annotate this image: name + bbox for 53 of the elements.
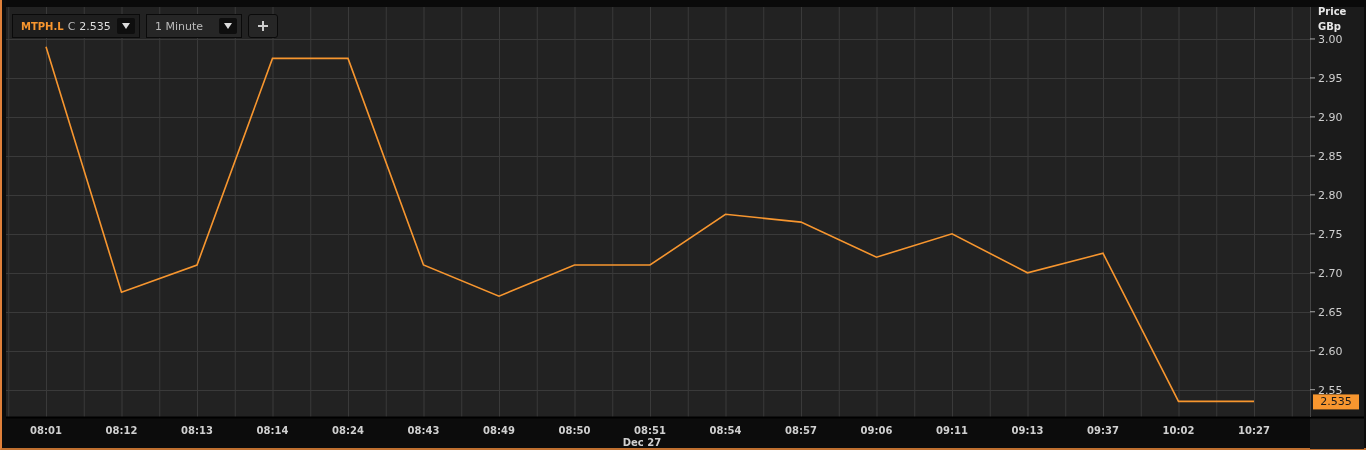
- axis-label: 2.80: [1318, 188, 1343, 202]
- axis-label: 2.75: [1318, 227, 1343, 241]
- y-tick: [1309, 155, 1316, 157]
- caret-icon: [224, 23, 232, 29]
- axis-label: 09:13: [1011, 425, 1044, 436]
- axis-label: 10:02: [1162, 425, 1195, 436]
- axis-label: 10:27: [1238, 425, 1270, 436]
- axis-label: 09:11: [936, 425, 968, 436]
- axis-label: 08:54: [709, 425, 742, 436]
- axis-label: 2.70: [1318, 266, 1343, 280]
- axis-label: 09:37: [1087, 425, 1119, 436]
- y-tick: [1309, 194, 1316, 196]
- y-tick: [1309, 233, 1316, 235]
- symbol-label: MTPH.L: [21, 20, 64, 32]
- axis-label: 3.00: [1318, 32, 1343, 46]
- y-tick: [1309, 389, 1316, 391]
- add-button[interactable]: [248, 14, 278, 38]
- y-tick: [1309, 38, 1316, 40]
- y-tick: [1309, 311, 1316, 313]
- axis-label: 2.95: [1318, 71, 1343, 85]
- axis-label: 2.65: [1318, 305, 1343, 319]
- axis-label: 09:06: [860, 425, 893, 436]
- axis-label: 2.55: [1318, 383, 1343, 397]
- caret-icon: [122, 23, 130, 29]
- axis-label: 08:43: [407, 425, 440, 436]
- axis-title: Price: [1318, 7, 1347, 17]
- axis-label: 08:12: [105, 425, 138, 436]
- dropdown-button[interactable]: [117, 18, 135, 34]
- symbol-selector[interactable]: MTPH.L C 2.535: [12, 14, 140, 38]
- close-value: 2.535: [79, 19, 112, 33]
- y-tick: [1309, 116, 1316, 118]
- axis-label: 2.60: [1318, 344, 1343, 358]
- last-price-tag: 2.535: [1313, 394, 1359, 410]
- axis-label: 2.85: [1318, 149, 1343, 163]
- interval-dropdown[interactable]: 1 Minute: [146, 14, 242, 38]
- close-label: C: [67, 19, 76, 33]
- axis-label: 08:57: [785, 425, 817, 436]
- axis-label: 08:13: [181, 425, 213, 436]
- y-tick: [1309, 272, 1316, 274]
- y-tick: [1309, 350, 1316, 352]
- axis-label: 08:24: [332, 425, 364, 436]
- axis-label: 08:49: [483, 425, 515, 436]
- interval-label: 1 Minute: [155, 19, 204, 33]
- dropdown-button[interactable]: [219, 18, 237, 34]
- plus-icon: [258, 21, 268, 31]
- axis-label: 08:01: [30, 425, 62, 436]
- y-tick: [1309, 77, 1316, 79]
- date-label: Dec 27: [622, 437, 662, 448]
- axis-label: 08:51: [634, 425, 666, 436]
- axis-label: 08:14: [256, 425, 289, 436]
- axis-label: 2.90: [1318, 110, 1343, 124]
- axis-label: 08:50: [558, 425, 591, 436]
- axis-unit: GBp: [1318, 21, 1341, 32]
